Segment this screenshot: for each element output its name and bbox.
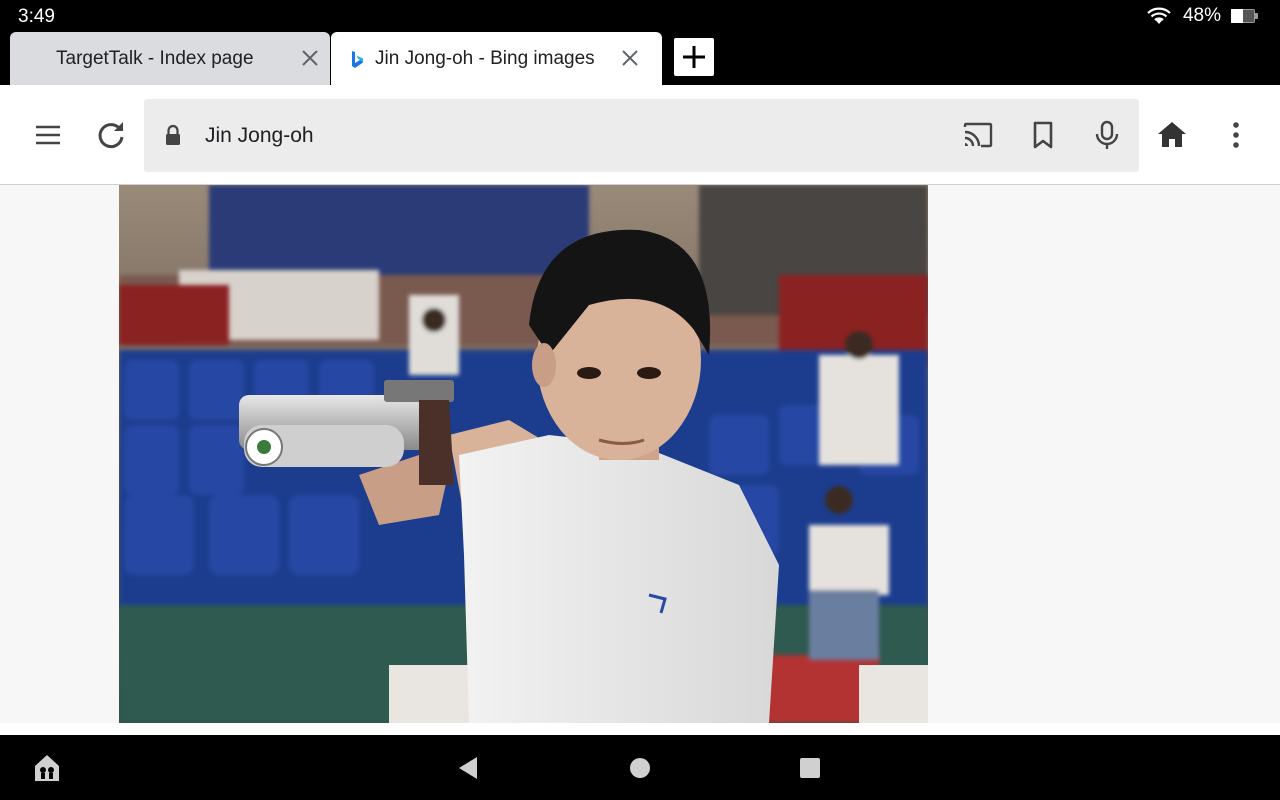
close-icon[interactable] — [616, 44, 644, 72]
status-time: 3:49 — [18, 6, 55, 27]
page-content — [0, 185, 1280, 723]
accessibility-icon[interactable] — [32, 752, 62, 784]
status-bar: 3:49 48% — [0, 0, 1280, 32]
wifi-icon — [1147, 7, 1171, 24]
tab-title: TargetTalk - Index page — [56, 48, 254, 69]
nav-home-icon[interactable] — [628, 756, 652, 780]
microphone-icon[interactable] — [1091, 119, 1123, 151]
lock-icon — [166, 124, 180, 145]
reload-icon[interactable] — [95, 119, 127, 151]
close-icon[interactable] — [296, 44, 324, 72]
result-image[interactable] — [119, 185, 928, 723]
tab-bing-images[interactable]: Jin Jong-oh - Bing images — [331, 32, 662, 85]
bookmark-icon[interactable] — [1027, 119, 1059, 151]
browser-toolbar: Jin Jong-oh — [0, 85, 1280, 185]
cast-icon[interactable] — [962, 119, 994, 151]
new-tab-button[interactable] — [674, 38, 714, 76]
more-vert-icon[interactable] — [1220, 119, 1252, 151]
home-icon[interactable] — [1156, 119, 1188, 151]
tab-targettalk[interactable]: TargetTalk - Index page — [10, 32, 330, 85]
status-indicators: 48% — [1145, 5, 1258, 27]
plus-icon — [683, 46, 705, 68]
back-icon[interactable] — [456, 755, 482, 781]
system-nav-bar — [0, 735, 1280, 800]
tab-title: Jin Jong-oh - Bing images — [375, 48, 595, 69]
tab-strip: TargetTalk - Index page Jin Jong-oh - Bi… — [0, 32, 1280, 85]
address-bar-text[interactable]: Jin Jong-oh — [205, 124, 314, 148]
hamburger-menu-icon[interactable] — [32, 119, 64, 151]
bing-icon — [352, 51, 363, 68]
battery-percent: 48% — [1182, 5, 1221, 26]
recents-icon[interactable] — [799, 757, 821, 779]
content-bottom-band — [0, 723, 1280, 735]
battery-icon — [1231, 9, 1258, 23]
address-bar[interactable]: Jin Jong-oh — [144, 99, 1139, 172]
